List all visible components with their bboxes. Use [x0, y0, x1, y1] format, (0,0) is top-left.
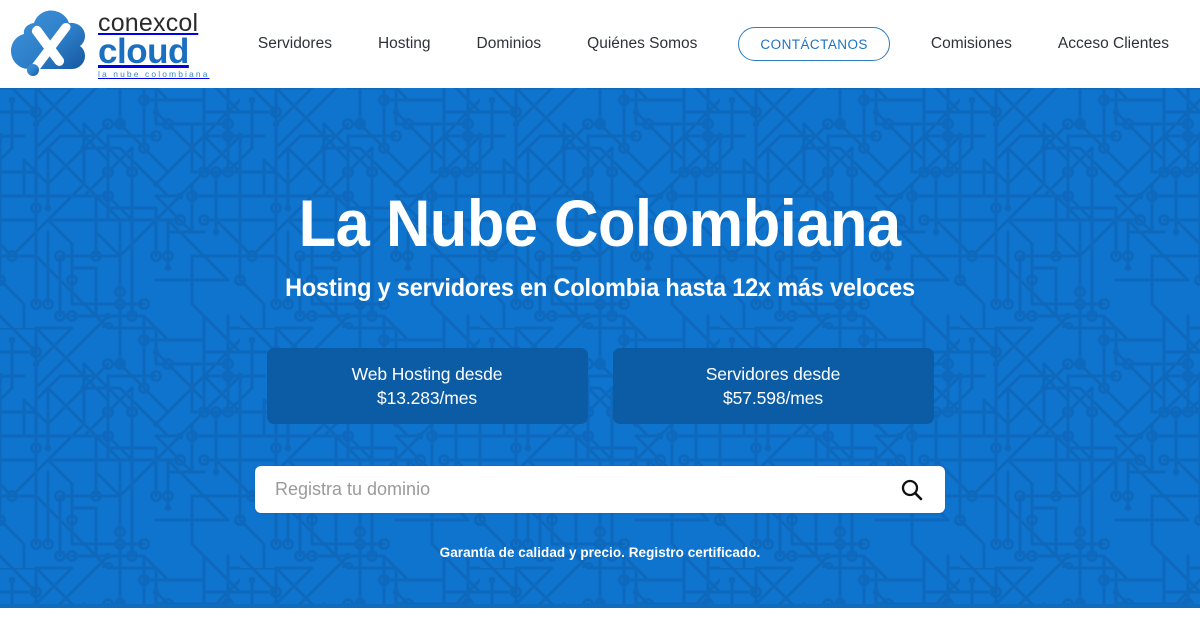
site-header: conexcol cloud la nube colombiana Servid… [0, 0, 1200, 88]
search-icon [901, 479, 923, 500]
brand-wordmark: conexcol cloud la nube colombiana [98, 9, 210, 80]
nav-item-comisiones[interactable]: Comisiones [908, 0, 1035, 88]
nav-item-servidores[interactable]: Servidores [235, 0, 355, 88]
page-root: conexcol cloud la nube colombiana Servid… [0, 0, 1200, 634]
cta-web-hosting-price: $13.283/mes [376, 388, 478, 408]
guarantee-text: Garantía de calidad y precio. Registro c… [439, 545, 761, 560]
cloud-x-logo-icon [11, 10, 85, 76]
main-navigation: Servidores Hosting Dominios Quiénes Somo… [235, 0, 1192, 88]
hero-content: La Nube Colombiana Hosting y servidores … [0, 88, 1200, 608]
domain-search-button[interactable] [895, 473, 929, 507]
hero-title: La Nube Colombiana [298, 186, 902, 260]
domain-search-bar [255, 466, 945, 513]
hero-subtitle: Hosting y servidores en Colombia hasta 1… [285, 274, 915, 302]
brand-tagline: la nube colombiana [98, 68, 210, 79]
brand-name-bottom: cloud [98, 31, 189, 71]
brand-logo[interactable]: conexcol cloud la nube colombiana [10, 4, 210, 84]
nav-item-hosting[interactable]: Hosting [355, 0, 454, 88]
cta-web-hosting-label: Web Hosting desde [351, 364, 503, 384]
cta-servidores-label: Servidores desde [705, 364, 841, 384]
nav-item-quienes-somos[interactable]: Quiénes Somos [564, 0, 720, 88]
cta-servidores-price: $57.598/mes [722, 388, 824, 408]
nav-item-dominios[interactable]: Dominios [454, 0, 565, 88]
cta-servidores[interactable]: Servidores desde $57.598/mes [612, 348, 934, 424]
nav-item-acceso-clientes[interactable]: Acceso Clientes [1035, 0, 1192, 88]
cta-web-hosting[interactable]: Web Hosting desde $13.283/mes [266, 348, 588, 424]
domain-search-input[interactable] [275, 479, 895, 500]
contact-button[interactable]: CONTÁCTANOS [738, 27, 890, 61]
price-cards: Web Hosting desde $13.283/mes Servidores… [266, 348, 934, 424]
hero-section: La Nube Colombiana Hosting y servidores … [0, 88, 1200, 608]
